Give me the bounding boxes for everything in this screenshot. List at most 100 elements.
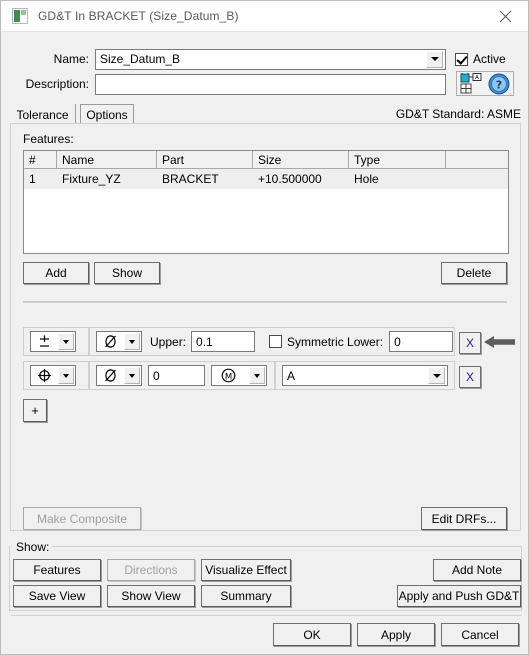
show-view-button[interactable]: Show View — [107, 585, 195, 607]
name-value: Size_Datum_B — [100, 52, 181, 66]
tol2-symbol-dropdown[interactable] — [30, 365, 76, 386]
cell-num: 1 — [29, 172, 36, 186]
features-section-label: Features: — [23, 132, 74, 146]
chevron-down-icon[interactable] — [58, 333, 74, 350]
chevron-down-icon[interactable] — [124, 367, 140, 384]
tol2-datum-cell: A — [275, 361, 455, 390]
column-header-type[interactable]: Type — [349, 151, 446, 169]
window-title: GD&T In BRACKET (Size_Datum_B) — [38, 9, 239, 23]
add-note-button[interactable]: Add Note — [433, 559, 521, 581]
show-view-label: Show View — [121, 589, 181, 603]
delete-button[interactable]: Delete — [441, 262, 507, 284]
tab-options-label: Options — [86, 108, 128, 122]
apply-and-push-gdt-button[interactable]: Apply and Push GD&T — [397, 585, 521, 607]
edit-drfs-label: Edit DRFs... — [431, 511, 497, 526]
chevron-down-icon[interactable] — [426, 50, 443, 68]
remove-row-1-label: X — [465, 336, 474, 350]
cell-name: Fixture_YZ — [62, 172, 121, 186]
active-checkbox[interactable]: Active — [455, 52, 506, 66]
table-header-row: # Name Part Size Type — [24, 151, 508, 169]
column-header-extra[interactable] — [446, 151, 508, 169]
svg-text:M: M — [224, 372, 231, 382]
add-button-label: Add — [45, 266, 67, 280]
remove-tolerance-row-2-button[interactable]: X — [459, 366, 481, 388]
gdt-annotation-icon[interactable]: A — [460, 71, 482, 94]
chevron-down-icon[interactable] — [124, 333, 140, 350]
tol2-value-cell: 0 M — [89, 361, 275, 390]
diameter-icon — [97, 368, 123, 383]
chevron-down-icon[interactable] — [249, 367, 265, 384]
apply-label: Apply — [380, 627, 412, 642]
make-composite-button[interactable]: Make Composite — [23, 507, 141, 530]
gdt-dialog-window: GD&T In BRACKET (Size_Datum_B) Name: Siz… — [0, 0, 529, 655]
header-icon-group: A ? — [456, 71, 514, 96]
column-header-part[interactable]: Part — [157, 151, 253, 169]
save-view-button[interactable]: Save View — [13, 585, 101, 607]
description-label: Description: — [25, 77, 89, 91]
upper-input[interactable]: 0.1 — [191, 331, 256, 352]
help-icon[interactable]: ? — [488, 73, 510, 95]
tab-options[interactable]: Options — [80, 104, 134, 125]
add-button[interactable]: Add — [23, 262, 89, 284]
cell-size: +10.500000 — [258, 172, 322, 186]
features-button[interactable]: Features — [13, 559, 101, 581]
cell-part: BRACKET — [162, 172, 219, 186]
add-tolerance-row-button[interactable]: + — [23, 399, 47, 422]
close-icon[interactable] — [483, 1, 528, 31]
title-bar: GD&T In BRACKET (Size_Datum_B) — [1, 1, 528, 32]
name-combobox[interactable]: Size_Datum_B — [95, 48, 446, 70]
show-button-label: Show — [111, 266, 143, 280]
tol1-modifier-dropdown[interactable] — [96, 331, 142, 352]
show-group-rule — [51, 546, 522, 547]
show-group-label: Show: — [13, 540, 53, 554]
tol2-symbol-cell — [23, 361, 89, 390]
back-arrow-icon — [484, 335, 516, 349]
chevron-down-icon[interactable] — [58, 367, 74, 384]
lower-value: 0 — [394, 334, 401, 349]
visualize-effect-button[interactable]: Visualize Effect — [201, 559, 291, 581]
make-composite-label: Make Composite — [36, 511, 128, 526]
features-button-label: Features — [33, 563, 81, 577]
tol2-modifier-dropdown[interactable] — [96, 365, 142, 386]
cancel-button[interactable]: Cancel — [441, 623, 519, 646]
apply-and-push-gdt-label: Apply and Push GD&T — [398, 589, 520, 603]
column-header-num[interactable]: # — [24, 151, 57, 169]
name-row: Name: Size_Datum_B Active — [1, 48, 528, 70]
edit-drfs-button[interactable]: Edit DRFs... — [421, 507, 507, 530]
active-label: Active — [473, 52, 506, 66]
tol1-symbol-dropdown[interactable] — [30, 331, 76, 352]
material-condition-dropdown[interactable]: M — [211, 365, 267, 386]
lower-input[interactable]: 0 — [389, 331, 454, 352]
ok-label: OK — [303, 627, 321, 642]
name-label: Name: — [53, 52, 89, 66]
datum-reference-value: A — [287, 368, 296, 383]
chevron-down-icon[interactable] — [428, 367, 445, 384]
footer-separator — [11, 615, 522, 616]
tab-tolerance[interactable]: Tolerance — [10, 104, 76, 125]
description-input[interactable] — [95, 73, 446, 95]
remove-row-2-label: X — [465, 370, 474, 384]
show-button[interactable]: Show — [94, 262, 160, 284]
symmetric-lower-checkbox[interactable]: Symmetric Lower: — [269, 335, 383, 349]
datum-reference-combobox[interactable]: A — [282, 365, 448, 386]
add-note-label: Add Note — [451, 563, 503, 577]
directions-button-label: Directions — [124, 563, 178, 577]
table-row[interactable]: 1 Fixture_YZ BRACKET +10.500000 Hole — [24, 169, 508, 189]
remove-tolerance-row-1-button[interactable]: X — [459, 332, 481, 354]
save-view-label: Save View — [28, 589, 86, 603]
apply-button[interactable]: Apply — [357, 623, 435, 646]
tab-strip: Tolerance Options GD&T Standard: ASME — [10, 104, 521, 125]
summary-label: Summary — [220, 589, 272, 603]
diameter-icon — [97, 334, 123, 349]
ok-button[interactable]: OK — [273, 623, 351, 646]
features-table[interactable]: # Name Part Size Type 1 Fixture_YZ BRACK… — [23, 150, 509, 254]
column-header-name[interactable]: Name — [57, 151, 157, 169]
separator — [23, 301, 507, 303]
add-row-label: + — [31, 403, 39, 418]
column-header-size[interactable]: Size — [253, 151, 349, 169]
mmc-icon: M — [212, 368, 244, 383]
tolerance-value-input[interactable]: 0 — [148, 365, 205, 386]
directions-button[interactable]: Directions — [107, 559, 195, 581]
summary-button[interactable]: Summary — [201, 585, 291, 607]
position-icon — [31, 368, 57, 383]
